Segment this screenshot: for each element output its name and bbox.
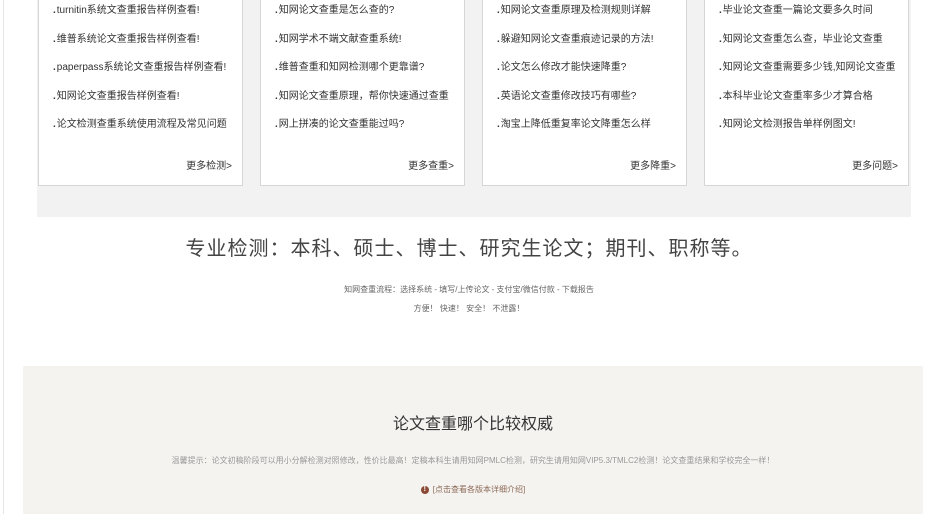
link-list: .知网论文查重是怎么查的? .知网学术不端文献查重系统! .维普查重和知网检测哪…	[275, 4, 461, 147]
list-item[interactable]: .躲避知网论文查重痕迹记录的方法!	[497, 33, 683, 62]
list-item[interactable]: .知网论文查重需要多少钱,知网论文查重	[719, 61, 905, 90]
list-item[interactable]: .知网论文查重原理，帮你快速通过查重	[275, 90, 461, 119]
process-steps: 知网查重流程：选择系统 - 填写/上传论文 - 支付宝/微信付款 - 下载报告	[344, 285, 594, 294]
link-column-check: .知网论文查重是怎么查的? .知网学术不端文献查重系统! .维普查重和知网检测哪…	[260, 0, 465, 186]
list-item[interactable]: .turnitin系统文查重报告样例查看!	[53, 4, 239, 33]
list-item[interactable]: .淘宝上降低重复率论文降重怎么样	[497, 118, 683, 147]
list-item[interactable]: .维普查重和知网检测哪个更靠谱?	[275, 61, 461, 90]
more-questions-link[interactable]: 更多问题>	[852, 157, 898, 172]
services-headline: 专业检测：本科、硕士、博士、研究生论文；期刊、职称等。	[185, 238, 753, 260]
link-list: .知网论文查重原理及检测规则详解 .躲避知网论文查重痕迹记录的方法! .论文怎么…	[497, 4, 683, 147]
more-detection-link[interactable]: 更多检测>	[186, 157, 232, 172]
more-check-link[interactable]: 更多查重>	[408, 157, 454, 172]
list-item[interactable]: .论文检测查重系统使用流程及常见问题	[53, 118, 239, 147]
more-reduce-link[interactable]: 更多降重>	[630, 157, 676, 172]
link-column-reduce: .知网论文查重原理及检测规则详解 .躲避知网论文查重痕迹记录的方法! .论文怎么…	[482, 0, 687, 186]
list-item[interactable]: .论文怎么修改才能快速降重?	[497, 61, 683, 90]
list-item[interactable]: .知网论文查重怎么查，毕业论文查重	[719, 33, 905, 62]
link-column-questions: .毕业论文查重一篇论文要多久时间 .知网论文查重怎么查，毕业论文查重 .知网论文…	[704, 0, 909, 186]
link-column-detection: .turnitin系统文查重报告样例查看! .维普系统论文查重报告样例查看! .…	[38, 0, 243, 186]
warm-tip: 温馨提示：论文初稿阶段可以用小分解检测对照修改，性价比最高！定稿本科生请用知网P…	[171, 456, 775, 465]
list-item[interactable]: .本科毕业论文查重率多少才算合格	[719, 90, 905, 119]
list-item[interactable]: .毕业论文查重一篇论文要多久时间	[719, 4, 905, 33]
list-item[interactable]: .paperpass系统论文查重报告样例查看!	[53, 61, 239, 90]
info-icon: !	[420, 485, 429, 494]
slogan: 方便！ 快速！ 安全！ 不泄露！	[413, 304, 525, 313]
link-list: .毕业论文查重一篇论文要多久时间 .知网论文查重怎么查，毕业论文查重 .知网论文…	[719, 4, 905, 147]
list-item[interactable]: .维普系统论文查重报告样例查看!	[53, 33, 239, 62]
list-item[interactable]: .知网论文检测报告单样例图文!	[719, 118, 905, 147]
list-item[interactable]: .知网论文查重报告样例查看!	[53, 90, 239, 119]
version-details-text[interactable]: [点击查看各版本详细介绍]	[433, 485, 525, 494]
version-details-link[interactable]: ! [点击查看各版本详细介绍]	[23, 484, 923, 495]
list-item[interactable]: .网上拼凑的论文查重能过吗?	[275, 118, 461, 147]
panel-title: 论文查重哪个比较权威	[392, 416, 553, 433]
list-item[interactable]: .知网论文查重原理及检测规则详解	[497, 4, 683, 33]
list-item[interactable]: .知网学术不端文献查重系统!	[275, 33, 461, 62]
list-item[interactable]: .英语论文查重修改技巧有哪些?	[497, 90, 683, 119]
authority-panel: 论文查重哪个比较权威 温馨提示：论文初稿阶段可以用小分解检测对照修改，性价比最高…	[23, 366, 923, 514]
link-list: .turnitin系统文查重报告样例查看! .维普系统论文查重报告样例查看! .…	[53, 4, 239, 147]
list-item[interactable]: .知网论文查重是怎么查的?	[275, 4, 461, 33]
